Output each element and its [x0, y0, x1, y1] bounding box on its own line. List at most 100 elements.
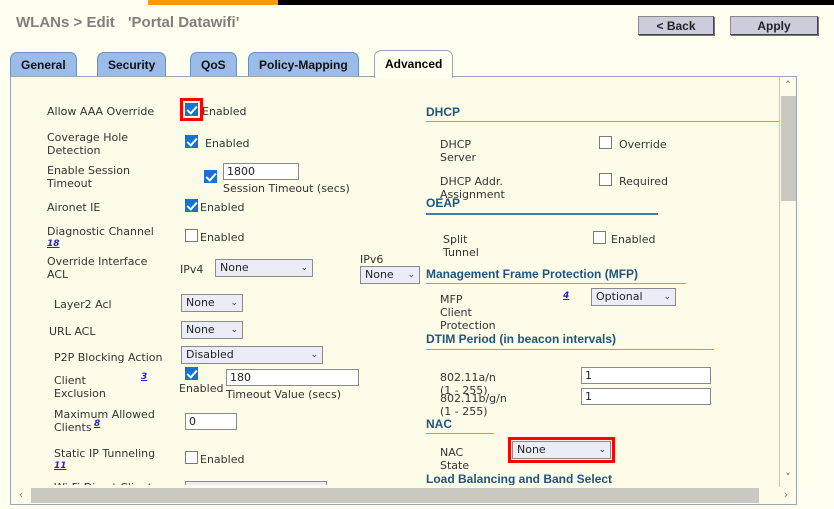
right-settings-column: DHCP DHCP Server Override DHCP Addr. Ass… — [411, 77, 796, 487]
override-interface-acl-ipv6-label: IPv6 — [360, 253, 384, 266]
client-exclusion-timeout-input[interactable]: 180 — [226, 369, 359, 386]
breadcrumb-page: Edit — [86, 14, 115, 31]
client-exclusion-units-label: Timeout Value (secs) — [226, 388, 341, 401]
coverage-hole-detection-checkbox[interactable] — [185, 135, 198, 148]
session-timeout-units-label: Session Timeout (secs) — [223, 182, 350, 195]
dhcp-addr-assignment-required-label: Required — [619, 175, 668, 188]
mfp-client-protection-footnote[interactable]: 4 — [563, 290, 569, 303]
dhcp-addr-assignment-checkbox[interactable] — [599, 173, 612, 186]
ipv4-acl-value: None — [220, 261, 249, 274]
diagnostic-channel-checkbox[interactable] — [185, 229, 198, 242]
aironet-ie-label: Aironet IE — [47, 201, 101, 214]
mfp-section-rule — [426, 283, 686, 284]
chevron-down-icon: ⌄ — [598, 445, 606, 455]
layer2-acl-select[interactable]: None ⌄ — [181, 294, 243, 312]
override-interface-acl-ipv4-select[interactable]: None ⌄ — [215, 259, 313, 277]
chevron-down-icon: ⌄ — [310, 350, 318, 360]
mfp-client-protection-label: MFP Client Protection — [440, 293, 496, 332]
enable-session-timeout-label-line2: Timeout — [47, 177, 92, 190]
client-exclusion-checkbox-label: Enabled — [179, 382, 224, 395]
allow-aaa-override-checkbox[interactable] — [185, 103, 198, 116]
scroll-left-arrow[interactable]: ‹ — [13, 487, 29, 503]
nac-state-value: None — [517, 443, 546, 456]
aironet-ie-checkbox[interactable] — [185, 199, 198, 212]
split-tunnel-checkbox[interactable] — [593, 231, 606, 244]
maximum-allowed-clients-footnote[interactable]: 8 — [94, 418, 100, 431]
layer2-acl-value: None — [186, 296, 215, 309]
oeap-section-rule — [426, 213, 658, 215]
mfp-section-heading: Management Frame Protection (MFP) — [426, 267, 639, 281]
override-interface-acl-label-line1: Override Interface — [47, 255, 148, 268]
load-balancing-section-heading: Load Balancing and Band Select — [426, 472, 613, 486]
dtim-80211bgn-input[interactable]: 1 — [581, 388, 711, 405]
allow-aaa-override-checkbox-label: Enabled — [202, 105, 247, 118]
static-ip-tunneling-checkbox[interactable] — [185, 451, 198, 464]
maximum-allowed-clients-label-line1: Maximum Allowed — [54, 408, 155, 421]
tab-security[interactable]: Security — [97, 52, 167, 77]
nac-section-heading: NAC — [426, 417, 452, 431]
maximum-allowed-clients-label-line2: Clients — [54, 421, 92, 434]
chevron-down-icon: ⌄ — [230, 325, 238, 335]
diagnostic-channel-label: Diagnostic Channel — [47, 225, 154, 238]
page-header: WLANs > Edit 'Portal Datawifi' < Back Ap… — [0, 5, 834, 48]
horizontal-scrollbar[interactable]: ‹ › — [10, 487, 797, 505]
maximum-allowed-clients-input[interactable]: 0 — [185, 413, 237, 430]
session-timeout-input[interactable]: 1800 — [223, 163, 299, 180]
wlan-name: 'Portal Datawifi' — [127, 14, 240, 31]
chevron-down-icon: ⌄ — [663, 292, 671, 302]
dhcp-server-override-checkbox[interactable] — [599, 136, 612, 149]
dhcp-section-rule — [426, 121, 796, 122]
scroll-down-arrow[interactable]: ˅ — [780, 470, 796, 486]
dhcp-section-heading: DHCP — [426, 105, 461, 119]
static-ip-tunneling-footnote[interactable]: 11 — [54, 460, 67, 473]
p2p-blocking-action-select[interactable]: Disabled ⌄ — [181, 346, 323, 364]
override-interface-acl-label-line2: ACL — [47, 268, 69, 281]
url-acl-label: URL ACL — [49, 325, 96, 338]
scroll-right-arrow[interactable]: › — [778, 487, 794, 503]
client-exclusion-footnote[interactable]: 3 — [141, 371, 147, 384]
tab-qos[interactable]: QoS — [190, 52, 237, 77]
diagnostic-channel-checkbox-label: Enabled — [200, 231, 245, 244]
static-ip-tunneling-label: Static IP Tunneling — [54, 447, 156, 460]
dtim-80211an-input[interactable]: 1 — [581, 367, 711, 384]
dtim-section-rule — [426, 349, 714, 350]
split-tunnel-label: Split Tunnel — [443, 233, 479, 259]
diagnostic-channel-footnote[interactable]: 18 — [47, 238, 60, 251]
coverage-hole-detection-checkbox-label: Enabled — [205, 137, 250, 150]
oeap-section-heading: OEAP — [426, 196, 461, 210]
tab-general[interactable]: General — [10, 52, 77, 77]
enable-session-timeout-label-line1: Enable Session — [47, 164, 130, 177]
split-tunnel-checkbox-label: Enabled — [611, 233, 656, 246]
nac-state-select[interactable]: None ⌄ — [512, 441, 611, 459]
apply-button[interactable]: Apply — [730, 16, 818, 35]
nac-state-label: NAC State — [440, 446, 470, 472]
client-exclusion-checkbox[interactable] — [185, 367, 198, 380]
aironet-ie-checkbox-label: Enabled — [200, 201, 245, 214]
tab-policy-mapping[interactable]: Policy-Mapping — [248, 52, 359, 77]
horizontal-scroll-thumb[interactable] — [31, 488, 759, 503]
url-acl-value: None — [186, 323, 215, 336]
vertical-scroll-thumb[interactable] — [781, 96, 796, 201]
p2p-blocking-action-value: Disabled — [186, 348, 234, 361]
mfp-client-protection-select[interactable]: Optional ⌄ — [591, 288, 676, 306]
back-button[interactable]: < Back — [638, 16, 714, 35]
breadcrumb-root[interactable]: WLANs — [16, 14, 69, 31]
dtim-80211bgn-label: 802.11b/g/n (1 - 255) — [440, 392, 507, 418]
chevron-down-icon: ⌄ — [300, 263, 308, 273]
dhcp-server-label: DHCP Server — [440, 138, 477, 164]
client-exclusion-label: Client Exclusion — [54, 374, 106, 400]
coverage-hole-detection-label-line1: Coverage Hole — [47, 131, 129, 144]
dhcp-server-override-label: Override — [619, 138, 667, 151]
url-acl-select[interactable]: None ⌄ — [181, 321, 243, 339]
allow-aaa-override-label: Allow AAA Override — [47, 105, 155, 118]
tab-bar: General Security QoS Policy-Mapping Adva… — [10, 50, 824, 78]
nac-section-rule — [426, 433, 494, 434]
advanced-settings-panel: Allow AAA Override Enabled Coverage Hole… — [10, 76, 797, 488]
enable-session-timeout-checkbox[interactable] — [204, 170, 217, 183]
scroll-up-arrow[interactable]: ˄ — [780, 78, 796, 94]
vertical-scrollbar[interactable]: ˄ ˅ — [779, 77, 796, 487]
breadcrumb-separator: > — [73, 14, 83, 31]
chevron-down-icon: ⌄ — [230, 298, 238, 308]
layer2-acl-label: Layer2 Acl — [54, 298, 112, 311]
tab-advanced[interactable]: Advanced — [374, 50, 454, 78]
